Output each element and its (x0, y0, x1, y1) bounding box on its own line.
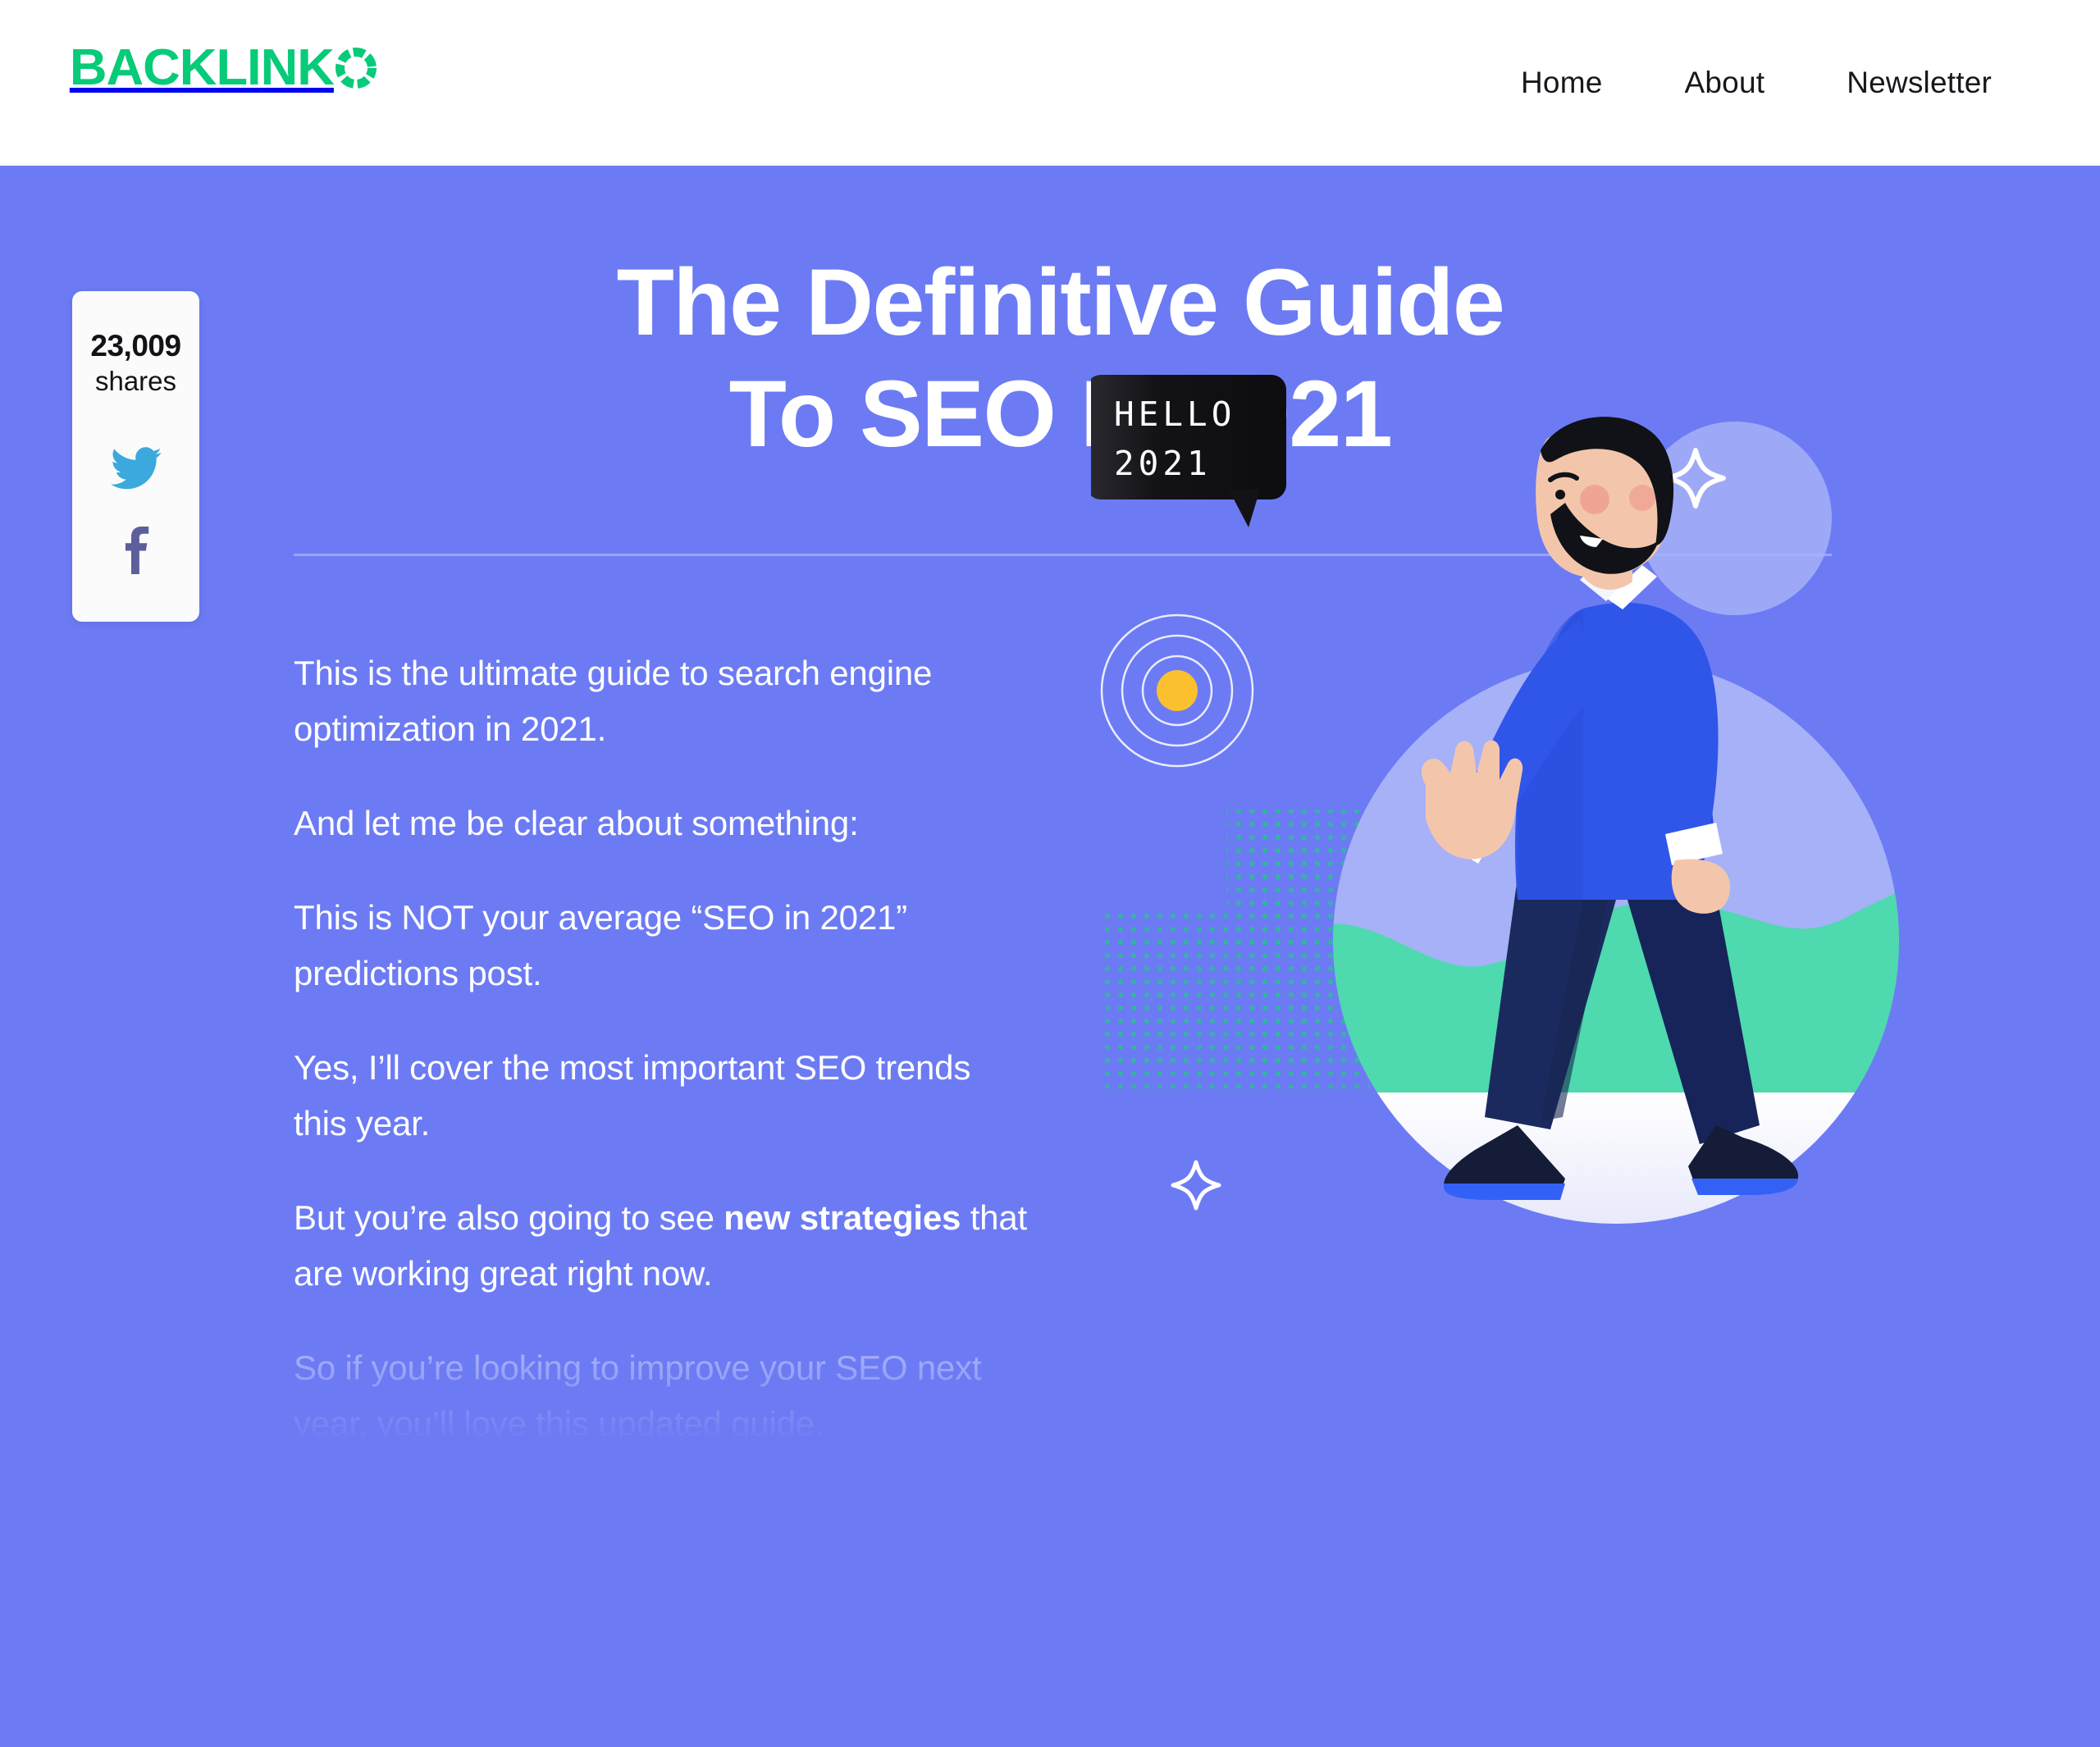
decor-dot-grid-left (1099, 912, 1226, 1088)
site-logo[interactable]: BACKLINK (69, 39, 377, 96)
intro-paragraph-4: Yes, I’ll cover the most important SEO t… (294, 1048, 971, 1143)
eye (1555, 490, 1565, 499)
logo-wordmark: BACKLINK (69, 39, 335, 96)
page-title-line-1: The Definitive Guide (616, 250, 1505, 355)
segmented-ring-icon (335, 47, 377, 89)
intro-paragraph-1: This is the ultimate guide to search eng… (294, 654, 933, 749)
intro-copy: This is the ultimate guide to search eng… (294, 645, 1032, 1490)
facebook-f-icon[interactable] (105, 519, 167, 582)
bubble-line-1: HELLO (1114, 395, 1235, 434)
site-header: BACKLINK Home About Newsletter (0, 0, 2100, 166)
ground (1333, 1092, 1899, 1224)
decor-rings (1100, 614, 1254, 768)
share-count-label: shares (94, 365, 177, 396)
intro-paragraph-2: And let me be clear about something: (294, 804, 859, 843)
twitter-bird-icon[interactable] (105, 437, 167, 499)
share-widget: 23,009 shares (72, 291, 199, 622)
paragraph-5-bold: new strategies (724, 1198, 961, 1238)
main-navigation: Home About Newsletter (1480, 0, 2033, 166)
ear (1629, 485, 1655, 511)
intro-paragraph-5: But you’re also going to see new strateg… (294, 1190, 1032, 1302)
nav-item-about[interactable]: About (1644, 0, 1806, 166)
paragraph-5-prefix: But you’re also going to see (294, 1198, 724, 1238)
share-count: 23,009 (90, 329, 181, 363)
cheek-blush (1580, 485, 1609, 514)
decor-yellow-dot (1157, 670, 1198, 711)
bubble-line-2: 2021 (1114, 444, 1212, 483)
intro-paragraph-6: So if you’re looking to improve your SEO… (294, 1348, 982, 1444)
sparkle-icon-bottom (1171, 1160, 1221, 1211)
intro-paragraph-3: This is NOT your average “SEO in 2021” p… (294, 898, 907, 993)
walking-man-illustration: HELLO 2021 (1091, 375, 2002, 1285)
nav-item-home[interactable]: Home (1480, 0, 1644, 166)
hero-section: 23,009 shares The Definitive Guide To SE… (0, 166, 2100, 1747)
nav-item-newsletter[interactable]: Newsletter (1806, 0, 2033, 166)
